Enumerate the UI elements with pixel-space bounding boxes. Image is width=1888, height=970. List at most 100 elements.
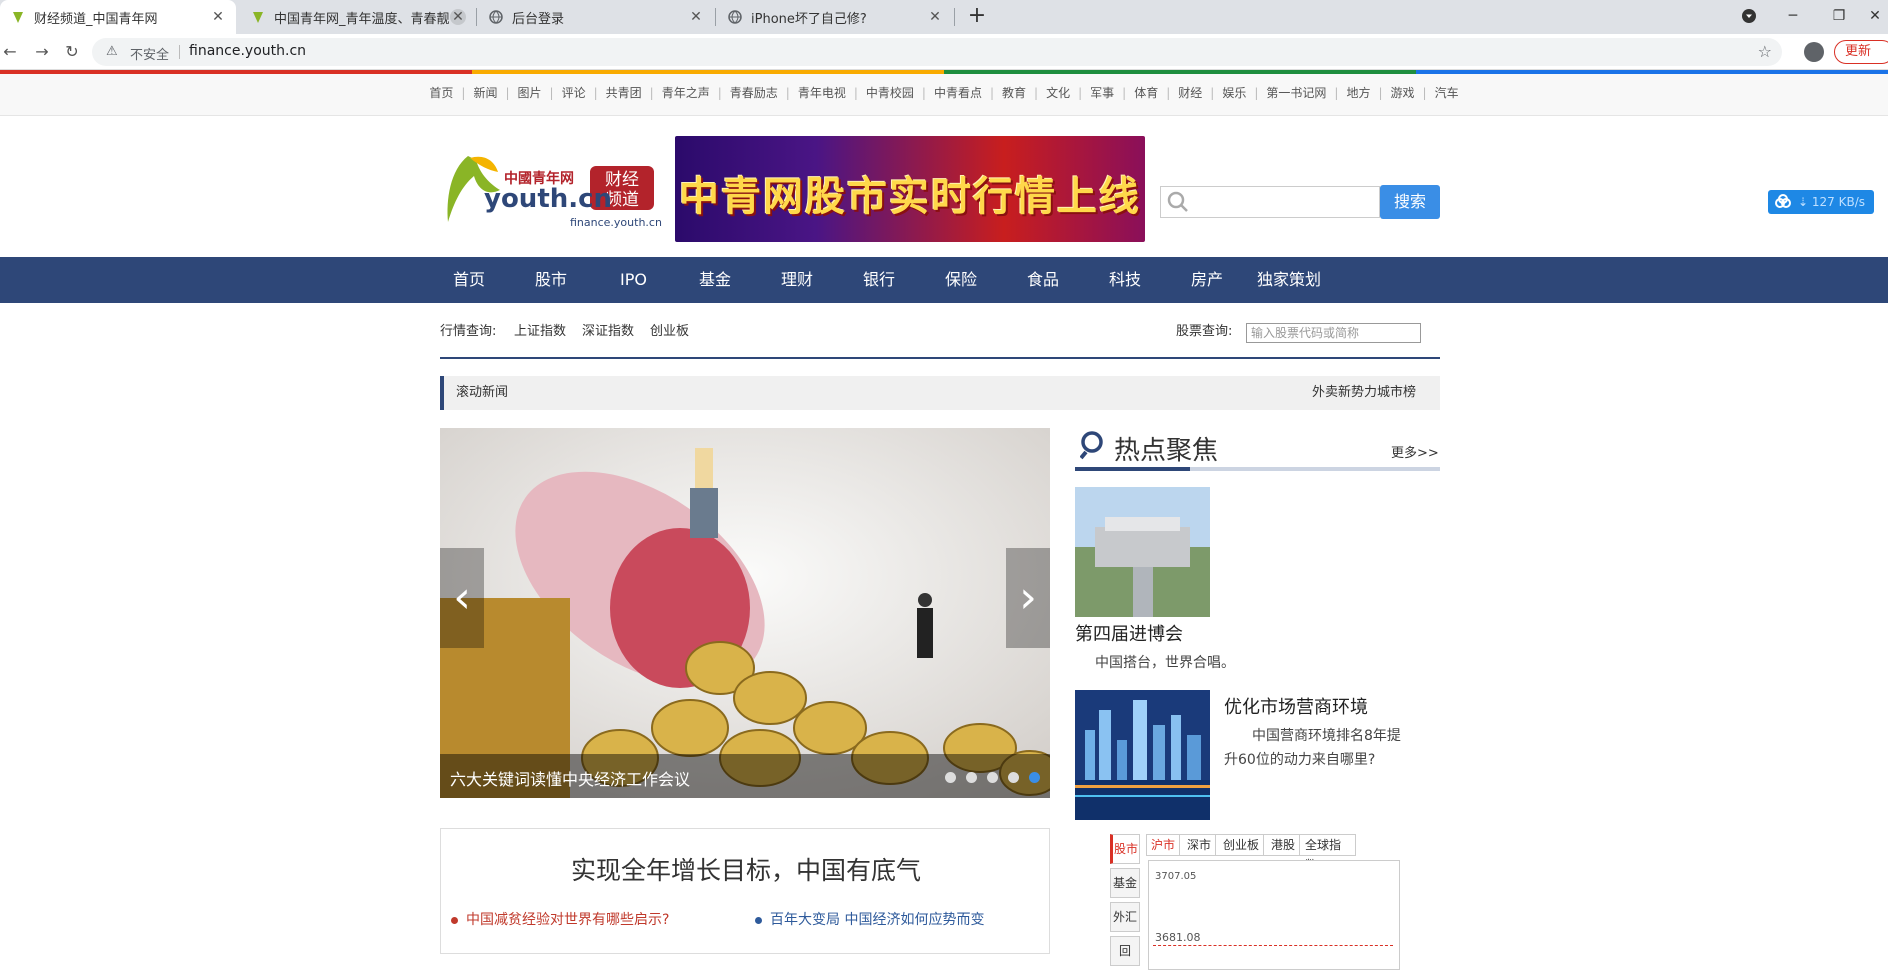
slider-caption[interactable]: 六大关键词读懂中央经济工作会议	[450, 766, 690, 790]
close-icon[interactable]: ✕	[450, 9, 466, 25]
top-nav-item[interactable]: 中青校园	[866, 86, 914, 100]
forward-button[interactable]: →	[32, 42, 52, 62]
more-link[interactable]: 更多>>	[1391, 442, 1439, 461]
top-nav-item[interactable]: 共青团	[606, 86, 642, 100]
main-nav-item[interactable]: 房产	[1191, 257, 1223, 303]
top-nav-item[interactable]: 体育	[1134, 86, 1158, 100]
profile-avatar-icon[interactable]	[1804, 42, 1824, 62]
main-nav-item[interactable]: 科技	[1109, 257, 1141, 303]
headline-link[interactable]: 百年大变局 中国经济如何应势而变	[755, 909, 984, 929]
top-nav-item[interactable]: 新闻	[473, 86, 497, 100]
image-slider[interactable]: ‹ › 六大关键词读懂中央经济工作会议	[440, 428, 1050, 798]
main-nav-item[interactable]: 首页	[453, 257, 485, 303]
top-nav-item[interactable]: 青春励志	[730, 86, 778, 100]
main-nav-item[interactable]: 基金	[699, 257, 731, 303]
top-nav-item[interactable]: 财经	[1178, 86, 1202, 100]
widget-tab-stocks[interactable]: 股市	[1110, 834, 1140, 864]
top-nav-item[interactable]: 中青看点	[934, 86, 982, 100]
top-nav-item[interactable]: 教育	[1002, 86, 1026, 100]
logo-domain-text: youth.cn	[484, 184, 613, 214]
network-speed-widget[interactable]: ⇣ 127 KB/s	[1768, 190, 1874, 214]
slider-dot-active[interactable]	[1029, 772, 1040, 783]
top-nav-item[interactable]: 青年之声	[662, 86, 710, 100]
minimize-button[interactable]: ─	[1770, 0, 1816, 32]
top-nav-item[interactable]: 首页	[429, 86, 453, 100]
tab-youth-home[interactable]: 中国青年网_青年温度、青春靓度 ✕	[240, 0, 476, 34]
close-icon[interactable]: ✕	[927, 9, 943, 25]
slider-dot[interactable]	[1008, 772, 1019, 783]
security-label[interactable]: 不安全	[130, 44, 169, 63]
link-chinext[interactable]: 创业板	[650, 320, 689, 344]
headline-link-text[interactable]: 百年大变局 中国经济如何应势而变	[770, 912, 984, 928]
update-button[interactable]: 更新	[1834, 40, 1888, 64]
slider-next-button[interactable]: ›	[1006, 548, 1050, 648]
tab-divider	[476, 8, 477, 26]
tab-chinext[interactable]: 创业板	[1219, 835, 1265, 855]
main-nav-item[interactable]: 食品	[1027, 257, 1059, 303]
tab-finance[interactable]: 财经频道_中国青年网 ✕	[0, 0, 236, 34]
search-button[interactable]: 搜索	[1380, 185, 1440, 219]
tab-shenzhen[interactable]: 深市	[1183, 835, 1217, 855]
tab-iphone[interactable]: iPhone坏了自己修? ✕	[717, 0, 953, 34]
headline-link-text[interactable]: 中国减贫经验对世界有哪些启示?	[466, 912, 669, 928]
site-top-nav: 首页 | 新闻 | 图片 | 评论 | 共青团 | 青年之声 | 青春励志 | 青年电视 | 中青校园 | 中青看点…	[0, 74, 1888, 116]
address-bar: ← → ↻ ⚠ 不安全 finance.youth.cn ☆ 更新	[0, 34, 1888, 70]
banner-text: 中青网股市实时行情上线	[679, 173, 1141, 220]
main-nav-item[interactable]: 保险	[945, 257, 977, 303]
slider-dot[interactable]	[966, 772, 977, 783]
divider	[440, 357, 1440, 359]
reload-button[interactable]: ↻	[62, 42, 82, 62]
restore-button[interactable]: ❐	[1816, 0, 1862, 32]
main-nav-item[interactable]: 银行	[863, 257, 895, 303]
nav-separator: |	[593, 86, 598, 100]
top-nav-item[interactable]: 文化	[1046, 86, 1070, 100]
tab-shanghai[interactable]: 沪市	[1147, 835, 1181, 855]
url-text[interactable]: finance.youth.cn	[189, 43, 306, 59]
back-button[interactable]: ←	[0, 42, 20, 62]
star-icon[interactable]: ☆	[1758, 42, 1772, 61]
tab-search-button[interactable]	[1726, 0, 1772, 32]
widget-tab-more[interactable]: 回	[1110, 936, 1140, 966]
close-icon[interactable]: ✕	[688, 9, 704, 25]
top-nav-item[interactable]: 军事	[1090, 86, 1114, 100]
tab-hk[interactable]: 港股	[1267, 835, 1301, 855]
headline-link[interactable]: 中国减贫经验对世界有哪些启示?	[451, 909, 669, 929]
top-nav-item[interactable]: 游戏	[1391, 86, 1415, 100]
warning-icon[interactable]: ⚠	[106, 44, 118, 59]
stock-query-input[interactable]: 输入股票代码或简称	[1246, 323, 1421, 343]
top-nav-item[interactable]: 第一书记网	[1266, 86, 1326, 100]
close-icon[interactable]: ✕	[210, 9, 226, 25]
top-nav-item[interactable]: 汽车	[1435, 86, 1459, 100]
omnibox[interactable]: ⚠ 不安全 finance.youth.cn ☆	[92, 38, 1782, 66]
top-nav-item[interactable]: 青年电视	[798, 86, 846, 100]
top-nav-item[interactable]: 图片	[518, 86, 542, 100]
ticker-news-link[interactable]: 外卖新势力城市榜	[1312, 376, 1416, 410]
hot-item-title[interactable]: 优化市场营商环境	[1224, 693, 1368, 719]
top-nav-item[interactable]: 地方	[1346, 86, 1370, 100]
tab-global[interactable]: 全球指数	[1301, 835, 1355, 872]
site-logo[interactable]: 财经 频道 中國青年网 youth.cn finance.youth.cn	[440, 150, 662, 232]
tab-admin-login[interactable]: 后台登录 ✕	[478, 0, 714, 34]
close-window-button[interactable]: ✕	[1862, 0, 1888, 32]
top-nav-item[interactable]: 娱乐	[1222, 86, 1246, 100]
slider-prev-button[interactable]: ‹	[440, 548, 484, 648]
widget-tab-funds[interactable]: 基金	[1110, 868, 1140, 898]
section-underline-accent	[1075, 467, 1190, 471]
headline-title[interactable]: 实现全年增长目标，中国有底气	[441, 851, 1051, 887]
hot-item-title[interactable]: 第四届进博会	[1075, 620, 1183, 646]
expo-thumbnail[interactable]	[1075, 487, 1210, 617]
top-nav-item[interactable]: 评论	[562, 86, 586, 100]
new-tab-button[interactable]: +	[964, 4, 990, 30]
link-shanghai-index[interactable]: 上证指数	[514, 320, 566, 344]
main-nav-item[interactable]: 股市	[535, 257, 567, 303]
slider-dot[interactable]	[987, 772, 998, 783]
city-thumbnail[interactable]	[1075, 690, 1210, 820]
link-shenzhen-index[interactable]: 深证指数	[582, 320, 634, 344]
search-input[interactable]	[1160, 186, 1380, 218]
slider-dot[interactable]	[945, 772, 956, 783]
ad-banner[interactable]: 中青网股市实时行情上线	[675, 136, 1145, 242]
widget-tab-forex[interactable]: 外汇	[1110, 902, 1140, 932]
main-nav-item[interactable]: 理财	[781, 257, 813, 303]
main-nav-item[interactable]: 独家策划	[1257, 257, 1321, 303]
main-nav-item[interactable]: IPO	[620, 257, 647, 303]
